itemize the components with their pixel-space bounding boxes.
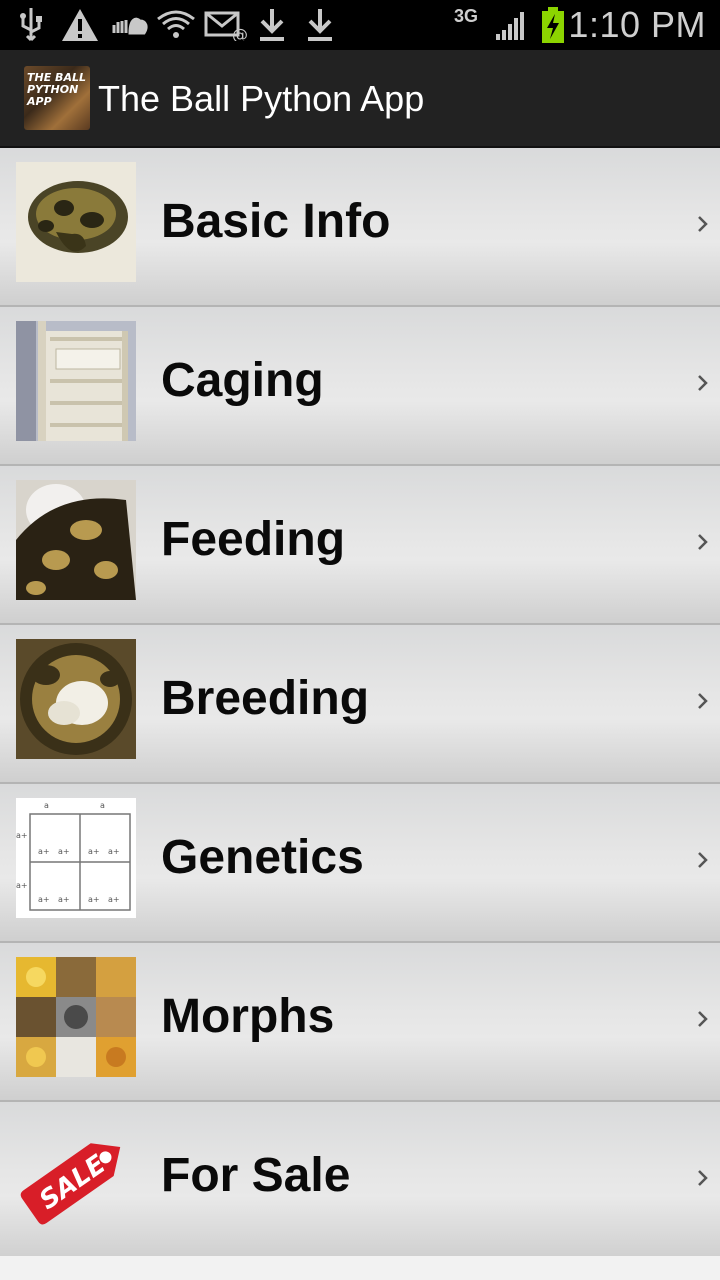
chevron-right-icon: [698, 375, 708, 391]
battery-charging-icon: [540, 6, 566, 44]
warning-icon: [60, 6, 100, 44]
svg-text:@: @: [232, 25, 248, 41]
genetics-punnett-thumbnail: a a a+ a+ a+ a+ a+ a+ a+ a+ a+ a+: [16, 798, 136, 918]
svg-text:a+: a+: [88, 847, 100, 856]
status-bar: @ 3G 1:10 PM: [0, 0, 720, 50]
svg-text:a+: a+: [58, 895, 70, 904]
menu-item-label: Genetics: [161, 831, 364, 884]
feeding-thumbnail: [16, 480, 136, 600]
menu-item-label: Feeding: [161, 513, 346, 566]
svg-text:a+: a+: [38, 847, 50, 856]
svg-text:a+: a+: [38, 895, 50, 904]
usb-icon: [16, 6, 46, 44]
svg-text:a+: a+: [16, 831, 28, 840]
menu-item-breeding[interactable]: Breeding: [0, 625, 720, 784]
wifi-icon: [156, 6, 196, 44]
chevron-right-icon: [698, 1170, 708, 1186]
morphs-thumbnail: [16, 957, 136, 1077]
svg-text:a+: a+: [16, 881, 28, 890]
chevron-right-icon: [698, 852, 708, 868]
action-bar: THE BALL PYTHON APP The Ball Python App: [0, 50, 720, 148]
download-icon: [256, 6, 288, 44]
chevron-right-icon: [698, 693, 708, 709]
menu-item-feeding[interactable]: Feeding: [0, 466, 720, 625]
chevron-right-icon: [698, 216, 708, 232]
signal-icon: [494, 6, 530, 44]
email-icon: @: [204, 6, 248, 44]
basic-info-thumbnail: [16, 162, 136, 282]
menu-item-for-sale[interactable]: SALE For Sale: [0, 1102, 720, 1261]
svg-text:a+: a+: [88, 895, 100, 904]
menu-item-genetics[interactable]: a a a+ a+ a+ a+ a+ a+ a+ a+ a+ a+ Geneti…: [0, 784, 720, 943]
menu-item-label: For Sale: [161, 1149, 351, 1202]
menu-item-caging[interactable]: Caging: [0, 307, 720, 466]
sale-tag-thumbnail: SALE: [16, 1116, 136, 1236]
logo-text: THE BALL PYTHON APP: [27, 71, 86, 108]
svg-text:a+: a+: [58, 847, 70, 856]
menu-item-basic-info[interactable]: Basic Info: [0, 148, 720, 307]
menu-item-label: Caging: [161, 354, 324, 407]
network-type: 3G: [454, 6, 479, 26]
caging-thumbnail: [16, 321, 136, 441]
menu-item-label: Basic Info: [161, 195, 391, 248]
menu-item-morphs[interactable]: Morphs: [0, 943, 720, 1102]
download-icon: [304, 6, 336, 44]
svg-text:a+: a+: [108, 895, 120, 904]
menu-item-label: Morphs: [161, 990, 335, 1043]
svg-text:a: a: [44, 801, 49, 810]
chevron-right-icon: [698, 534, 708, 550]
bottom-edge: [0, 1256, 720, 1280]
clock: 1:10 PM: [568, 4, 706, 45]
app-logo[interactable]: THE BALL PYTHON APP: [24, 66, 90, 130]
svg-text:a+: a+: [108, 847, 120, 856]
app-title: The Ball Python App: [98, 78, 425, 119]
soundcloud-icon: [110, 6, 148, 44]
breeding-thumbnail: [16, 639, 136, 759]
svg-text:a: a: [100, 801, 105, 810]
main-menu: Basic Info Caging Feeding Breeding a a a…: [0, 148, 720, 1261]
chevron-right-icon: [698, 1011, 708, 1027]
menu-item-label: Breeding: [161, 672, 370, 725]
